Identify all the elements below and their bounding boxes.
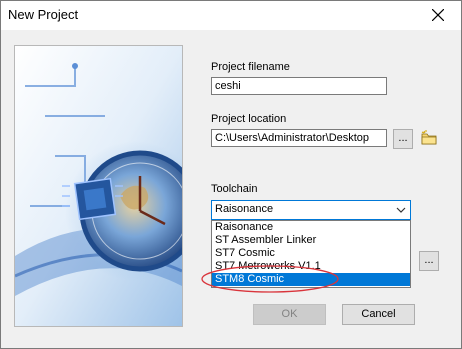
folder-icon bbox=[421, 130, 437, 145]
location-browse-button[interactable]: ... bbox=[393, 129, 413, 149]
chevron-down-icon[interactable] bbox=[392, 201, 410, 219]
project-filename-label: Project filename bbox=[211, 61, 290, 73]
toolchain-select[interactable]: Raisonance bbox=[211, 200, 411, 220]
toolchain-dropdown-list: Raisonance ST Assembler Linker ST7 Cosmi… bbox=[211, 220, 411, 288]
title-bar[interactable]: New Project bbox=[1, 1, 461, 30]
toolchain-option[interactable]: ST Assembler Linker bbox=[212, 234, 410, 247]
project-filename-input[interactable]: ceshi bbox=[211, 77, 387, 95]
close-button[interactable] bbox=[417, 1, 461, 30]
dialog-title: New Project bbox=[8, 7, 79, 22]
toolchain-selected-value: Raisonance bbox=[215, 203, 274, 215]
project-location-label: Project location bbox=[211, 113, 287, 125]
ok-button[interactable]: OK bbox=[253, 304, 326, 325]
cancel-button[interactable]: Cancel bbox=[342, 304, 415, 325]
toolchain-option[interactable]: ST7 Cosmic bbox=[212, 247, 410, 260]
toolchain-label: Toolchain bbox=[211, 183, 258, 195]
new-project-dialog: New Project Project filename ceshi Proje… bbox=[0, 0, 462, 349]
toolchain-option-selected[interactable]: STM8 Cosmic bbox=[212, 273, 410, 286]
toolchain-option[interactable]: Raisonance bbox=[212, 221, 410, 234]
toolchain-option[interactable]: ST7 Metrowerks V1.1 bbox=[212, 260, 410, 273]
wizard-illustration bbox=[14, 45, 183, 327]
close-icon bbox=[432, 9, 444, 21]
extra-browse-button[interactable]: ... bbox=[419, 251, 439, 271]
new-folder-button[interactable] bbox=[419, 128, 439, 148]
project-location-input[interactable]: C:\Users\Administrator\Desktop bbox=[211, 129, 387, 147]
